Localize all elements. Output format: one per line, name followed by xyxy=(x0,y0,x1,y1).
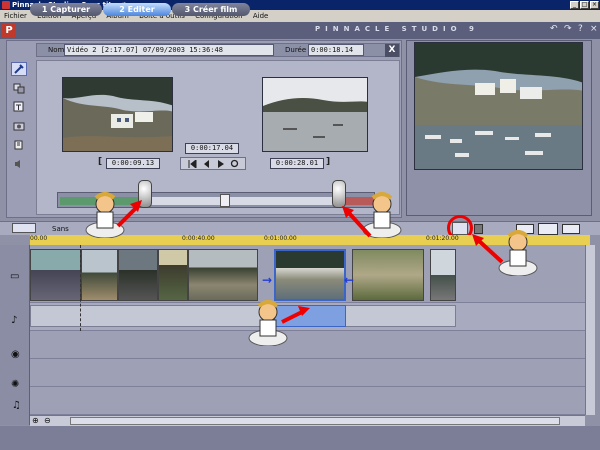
tutorial-arrows xyxy=(116,200,504,324)
